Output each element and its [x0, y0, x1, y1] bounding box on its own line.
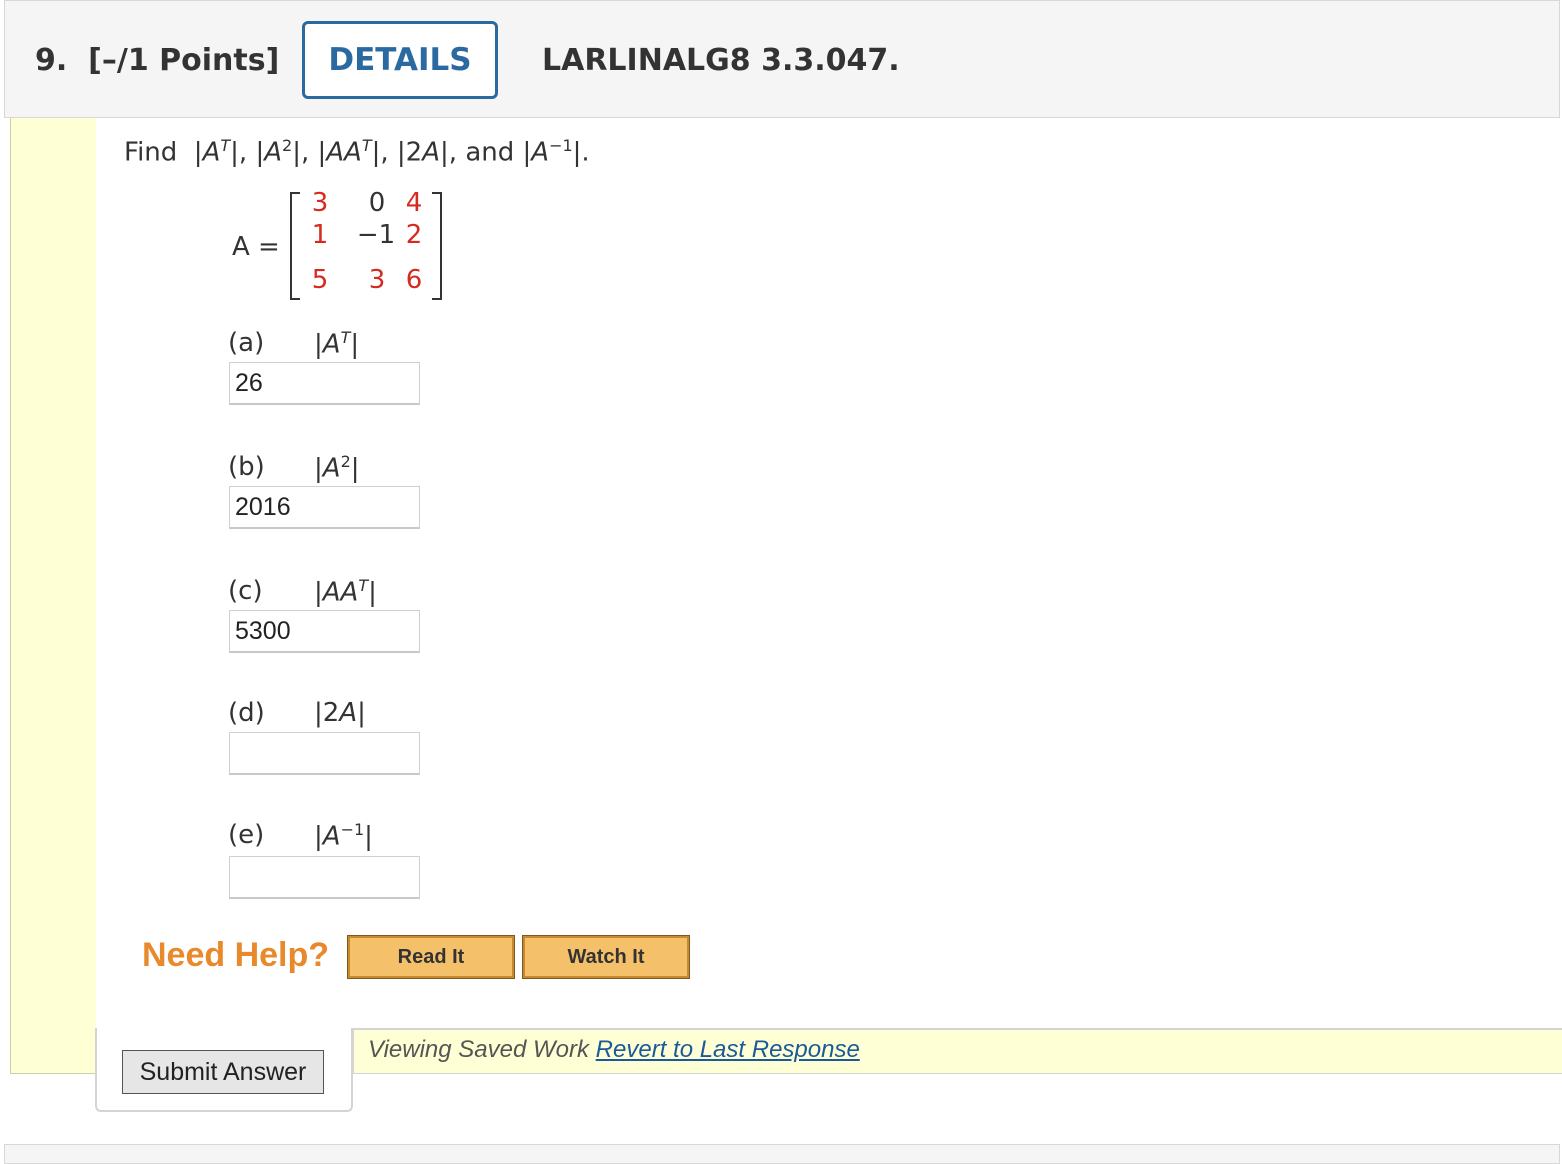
answer-input-e[interactable]	[229, 856, 420, 899]
part-b-label: (b) |A2|	[228, 452, 360, 484]
question-number: 9. [–/1 Points]	[35, 43, 280, 78]
details-button[interactable]: DETAILS	[302, 21, 498, 99]
matrix-cell: 6	[405, 265, 423, 295]
matrix-cell: 0	[368, 188, 386, 218]
need-help-label: Need Help?	[142, 936, 330, 974]
answer-input-a[interactable]: 26	[229, 362, 420, 405]
part-e-label: (e) |A−1|	[228, 820, 373, 852]
matrix-cell: 4	[405, 188, 423, 218]
matrix-cell: 1	[311, 220, 329, 250]
revert-link[interactable]: Revert to Last Response	[596, 1036, 860, 1063]
points-label: [–/1 Points]	[88, 43, 280, 78]
question-sidebar	[10, 118, 96, 1074]
matrix-cell: 3	[311, 188, 329, 218]
question-header: 9. [–/1 Points] DETAILS LARLINALG8 3.3.0…	[4, 0, 1560, 118]
matrix-cell: 5	[311, 265, 329, 295]
watch-it-button[interactable]: Watch It	[522, 935, 690, 979]
matrix-cell: −1	[356, 220, 396, 250]
question-prompt: Find |AT|, |A2|, |AAT|, |2A|, and |A−1|.	[124, 136, 590, 168]
part-a-label: (a) |AT|	[228, 328, 360, 360]
matrix-cell: 3	[368, 265, 386, 295]
part-c-label: (c) |AAT|	[228, 576, 377, 608]
matrix-cell: 2	[405, 220, 423, 250]
submit-answer-button[interactable]: Submit Answer	[122, 1050, 324, 1094]
answer-input-b[interactable]: 2016	[229, 486, 420, 529]
matrix-label: A =	[232, 232, 280, 262]
read-it-button[interactable]: Read It	[347, 935, 515, 979]
matrix-bracket-left	[290, 192, 300, 300]
saved-work-text: Viewing Saved Work	[368, 1036, 589, 1063]
saved-work-bar: Viewing Saved Work Revert to Last Respon…	[352, 1028, 1562, 1074]
next-question-edge	[4, 1144, 1560, 1164]
answer-input-d[interactable]	[229, 732, 420, 775]
matrix-bracket-right	[432, 192, 442, 300]
answer-input-c[interactable]: 5300	[229, 610, 420, 653]
question-reference: LARLINALG8 3.3.047.	[542, 43, 900, 78]
part-d-label: (d) |2A|	[228, 698, 366, 728]
